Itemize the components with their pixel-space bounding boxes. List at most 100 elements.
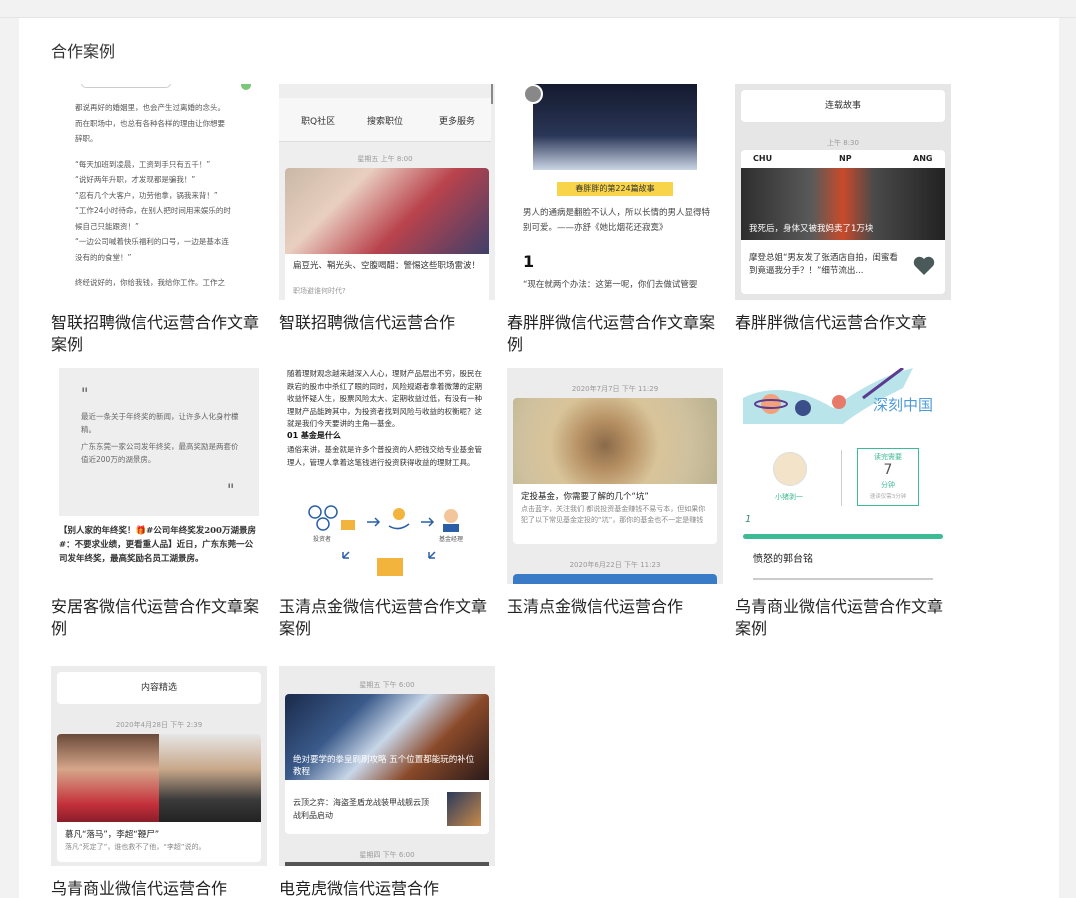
- case-title[interactable]: 春胖胖微信代运营合作文章案例: [507, 312, 723, 356]
- section-number: 1: [745, 514, 752, 525]
- case-card[interactable]: " 最近一条关于年终奖的新闻，让许多人化身柠檬精。 广东东莞一家公司发年终奖，最…: [51, 368, 267, 640]
- case-card[interactable]: 深刻中国 小猪剥一 读完需要 7 分钟 速读仅需3分钟 1 愤怒的郭台铭 乌青商…: [735, 368, 951, 640]
- case-title[interactable]: 智联招聘微信代运营合作: [279, 312, 495, 334]
- thumbnail-decoration: [241, 84, 251, 90]
- divider: [841, 450, 842, 506]
- case-title[interactable]: 乌青商业微信代运营合作文章案例: [735, 596, 951, 640]
- case-card[interactable]: 职Q社区 搜索职位 更多服务 星期五 上午 8:00 扁豆光、鞘光头、空腹喝醋：…: [279, 84, 495, 334]
- text-line: [753, 578, 933, 580]
- article-line: 没有的的食堂！”: [75, 252, 132, 262]
- article-line: 都说再好的婚姻里，也会产生过离婚的念头。: [75, 103, 225, 112]
- photo-overlay-title: 我死后，身体又被我妈卖了1万块: [749, 224, 874, 234]
- article-card: 扁豆光、鞘光头、空腹喝醋：警惕这些职场雷波！ 职场避谁何时代?: [285, 168, 489, 300]
- stat-label: 读完需要: [874, 453, 902, 461]
- post-time: 2020年4月28日 下午 2:39: [115, 721, 203, 729]
- article-desc: 点击蓝字，关注我们 都说投资基金赚钱不易亏本，但如果你犯了以下常见基金定投的“坑…: [521, 505, 706, 524]
- story-paragraph: “现在就两个办法：这第一呢，你们去做试管婴: [523, 280, 698, 290]
- column-header: 连载故事: [741, 90, 945, 122]
- article-card: 定投基金，你需要了解的几个“坑” 点击蓝字，关注我们 都说投资基金赚钱不易亏本，…: [513, 398, 717, 544]
- wechat-menu: 职Q社区 搜索职位 更多服务: [279, 98, 491, 142]
- menu-item: 更多服务: [439, 117, 476, 127]
- author-name: 小猪剥一: [775, 493, 803, 501]
- article-line: “说好两年升职，才发现都是骗我！”: [75, 175, 196, 184]
- post-time: 星期四 下午 6:00: [359, 851, 415, 859]
- post-time: 2020年6月22日 下午 11:23: [569, 561, 661, 569]
- quote-close-icon: ": [227, 480, 235, 499]
- article-paragraph: 通俗来讲，基金就是许多个普投资的人把钱交给专业基金管理人，管理人拿着这笔钱进行投…: [287, 445, 482, 467]
- photo-overlay-title: 绝对要学的拳皇刷刷攻略 五个位置都能玩的补位教程: [293, 755, 475, 777]
- case-card[interactable]: 都说再好的婚姻里，也会产生过离婚的念头。 而在职场中，也总有各种各样的理由让你想…: [51, 84, 267, 356]
- article-line: 候自己只能跟资！”: [75, 221, 139, 231]
- case-thumbnail[interactable]: 连载故事 上午 8:30 CHU NP ANG 我死后，身体又被我妈卖了1万块 …: [735, 84, 951, 300]
- case-title[interactable]: 安居客微信代运营合作文章案例: [51, 596, 267, 640]
- thumbnail-decoration: [81, 84, 171, 88]
- article-line: “一边公司喊着快乐福利的口号，一边是基本连: [75, 237, 229, 246]
- case-card[interactable]: 连载故事 上午 8:30 CHU NP ANG 我死后，身体又被我妈卖了1万块 …: [735, 84, 951, 334]
- cover-label: CHU: [753, 154, 773, 163]
- article-card: CHU NP ANG 我死后，身体又被我妈卖了1万块 摩登总姐“男友发了张酒店自…: [741, 150, 945, 294]
- article-headline: 摩登总姐“男友发了张酒店自拍，闺蜜看到竟逼我分手？！”细节流出...: [749, 253, 898, 276]
- case-title[interactable]: 乌青商业微信代运营合作: [51, 878, 267, 898]
- post-time: 星期五 下午 6:00: [359, 681, 415, 689]
- case-thumbnail[interactable]: 星期五 下午 6:00 绝对要学的拳皇刷刷攻略 五个位置都能玩的补位教程 云顶之…: [279, 666, 495, 866]
- case-card[interactable]: 随着理财观念越来越深入人心，理财产品层出不穷，股民在跌宕的股市中杀红了眼的同时，…: [279, 368, 495, 640]
- article-headline: 云顶之弈：海盗圣盾龙战装甲战舰云顶战利品启动: [293, 798, 429, 820]
- scrollbar: [491, 84, 493, 104]
- case-thumbnail[interactable]: 随着理财观念越来越深入人心，理财产品层出不穷，股民在跌宕的股市中杀红了眼的同时，…: [279, 368, 495, 584]
- case-card[interactable]: 内容精选 2020年4月28日 下午 2:39 慕凡“落马”，李超“鞭尸” 落凡…: [51, 666, 267, 898]
- menu-item: 职Q社区: [301, 117, 336, 127]
- article-line: 终经说好的，你给我钱，我给你工作。工作之: [75, 278, 225, 287]
- stat-value: 7: [883, 462, 893, 478]
- cover-label: NP: [839, 154, 852, 163]
- article-photo: [57, 734, 159, 822]
- case-card[interactable]: 2020年7月7日 下午 11:29 定投基金，你需要了解的几个“坑” 点击蓝字…: [507, 368, 723, 618]
- avatar: [773, 452, 807, 486]
- case-title[interactable]: 春胖胖微信代运营合作文章: [735, 312, 951, 334]
- reading-time-box: 读完需要 7 分钟 速读仅需3分钟: [857, 448, 919, 506]
- menu-item: 搜索职位: [367, 117, 404, 127]
- article-headline: 定投基金，你需要了解的几个“坑”: [521, 492, 649, 502]
- article-card: 慕凡“落马”，李超“鞭尸” 落凡“死定了”，谁也救不了他，“李超”说的。: [57, 734, 261, 862]
- quote-text: 广东东莞一家公司发年终奖，最高奖励是两套价值近200万的湖景房。: [81, 442, 239, 464]
- case-thumbnail[interactable]: 职Q社区 搜索职位 更多服务 星期五 上午 8:00 扁豆光、鞘光头、空腹喝醋：…: [279, 84, 495, 300]
- diagram-label: 投资者: [313, 536, 332, 543]
- quote-open-icon: ": [81, 384, 89, 403]
- column-header: 内容精选: [57, 672, 261, 704]
- article-line: 辞职。: [75, 134, 98, 143]
- article-line: “工作24小时待命，在别人把时间用来娱乐的时: [75, 206, 231, 215]
- next-article-preview: [285, 862, 489, 866]
- quote-box: " 最近一条关于年终奖的新闻，让许多人化身柠檬精。 广东东莞一家公司发年终奖，最…: [59, 368, 259, 516]
- diagram-label: 基金经理: [439, 536, 464, 543]
- case-title[interactable]: 电竞虎微信代运营合作: [279, 878, 495, 898]
- case-thumbnail[interactable]: 春胖胖的第224篇故事 男人的通病是翻脸不认人，所以长情的男人显得特别可爱。——…: [507, 84, 723, 300]
- next-article-preview: [513, 574, 717, 584]
- case-card[interactable]: 春胖胖的第224篇故事 男人的通病是翻脸不认人，所以长情的男人显得特别可爱。——…: [507, 84, 723, 356]
- case-thumbnail[interactable]: " 最近一条关于年终奖的新闻，让许多人化身柠檬精。 广东东莞一家公司发年终奖，最…: [51, 368, 267, 584]
- article-photo: [159, 734, 261, 822]
- case-thumbnail[interactable]: 2020年7月7日 下午 11:29 定投基金，你需要了解的几个“坑” 点击蓝字…: [507, 368, 723, 584]
- cover-label: ANG: [913, 154, 933, 163]
- article-photo: [513, 398, 717, 484]
- article-card: 绝对要学的拳皇刷刷攻略 五个位置都能玩的补位教程 云顶之弈：海盗圣盾龙战装甲战舰…: [285, 694, 489, 834]
- article-heading: 01 基金是什么: [287, 431, 341, 440]
- stat-note: 速读仅需3分钟: [869, 494, 907, 500]
- article-headline: 慕凡“落马”，李超“鞭尸”: [65, 830, 160, 840]
- section-title: 合作案例: [51, 42, 116, 61]
- section-bar: [743, 534, 943, 539]
- story-paragraph: 男人的通病是翻脸不认人，所以长情的男人显得特别可爱。——亦舒《她比烟花还寂寞》: [523, 208, 711, 233]
- avatar: [523, 84, 543, 104]
- stat-unit: 分钟: [881, 481, 895, 489]
- case-thumbnail[interactable]: 深刻中国 小猪剥一 读完需要 7 分钟 速读仅需3分钟 1 愤怒的郭台铭: [735, 368, 951, 584]
- article-photo: [285, 168, 489, 254]
- case-title[interactable]: 智联招聘微信代运营合作文章案例: [51, 312, 267, 356]
- case-title[interactable]: 玉清点金微信代运营合作: [507, 596, 723, 618]
- post-time: 2020年7月7日 下午 11:29: [571, 385, 659, 393]
- article-sub: 职场避谁何时代?: [293, 287, 346, 295]
- case-thumbnail[interactable]: 内容精选 2020年4月28日 下午 2:39 慕凡“落马”，李超“鞭尸” 落凡…: [51, 666, 267, 866]
- article-line: “忍有几个大客户，功劳他拿，锅我来背！”: [75, 190, 218, 200]
- case-thumbnail[interactable]: 都说再好的婚姻里，也会产生过离婚的念头。 而在职场中，也总有各种各样的理由让你想…: [51, 84, 267, 300]
- case-card[interactable]: 星期五 下午 6:00 绝对要学的拳皇刷刷攻略 五个位置都能玩的补位教程 云顶之…: [279, 666, 495, 898]
- story-number: 1: [523, 252, 535, 271]
- case-title[interactable]: 玉清点金微信代运营合作文章案例: [279, 596, 495, 640]
- article-text: 都说再好的婚姻里，也会产生过离婚的念头。 而在职场中，也总有各种各样的理由让你想…: [75, 100, 261, 291]
